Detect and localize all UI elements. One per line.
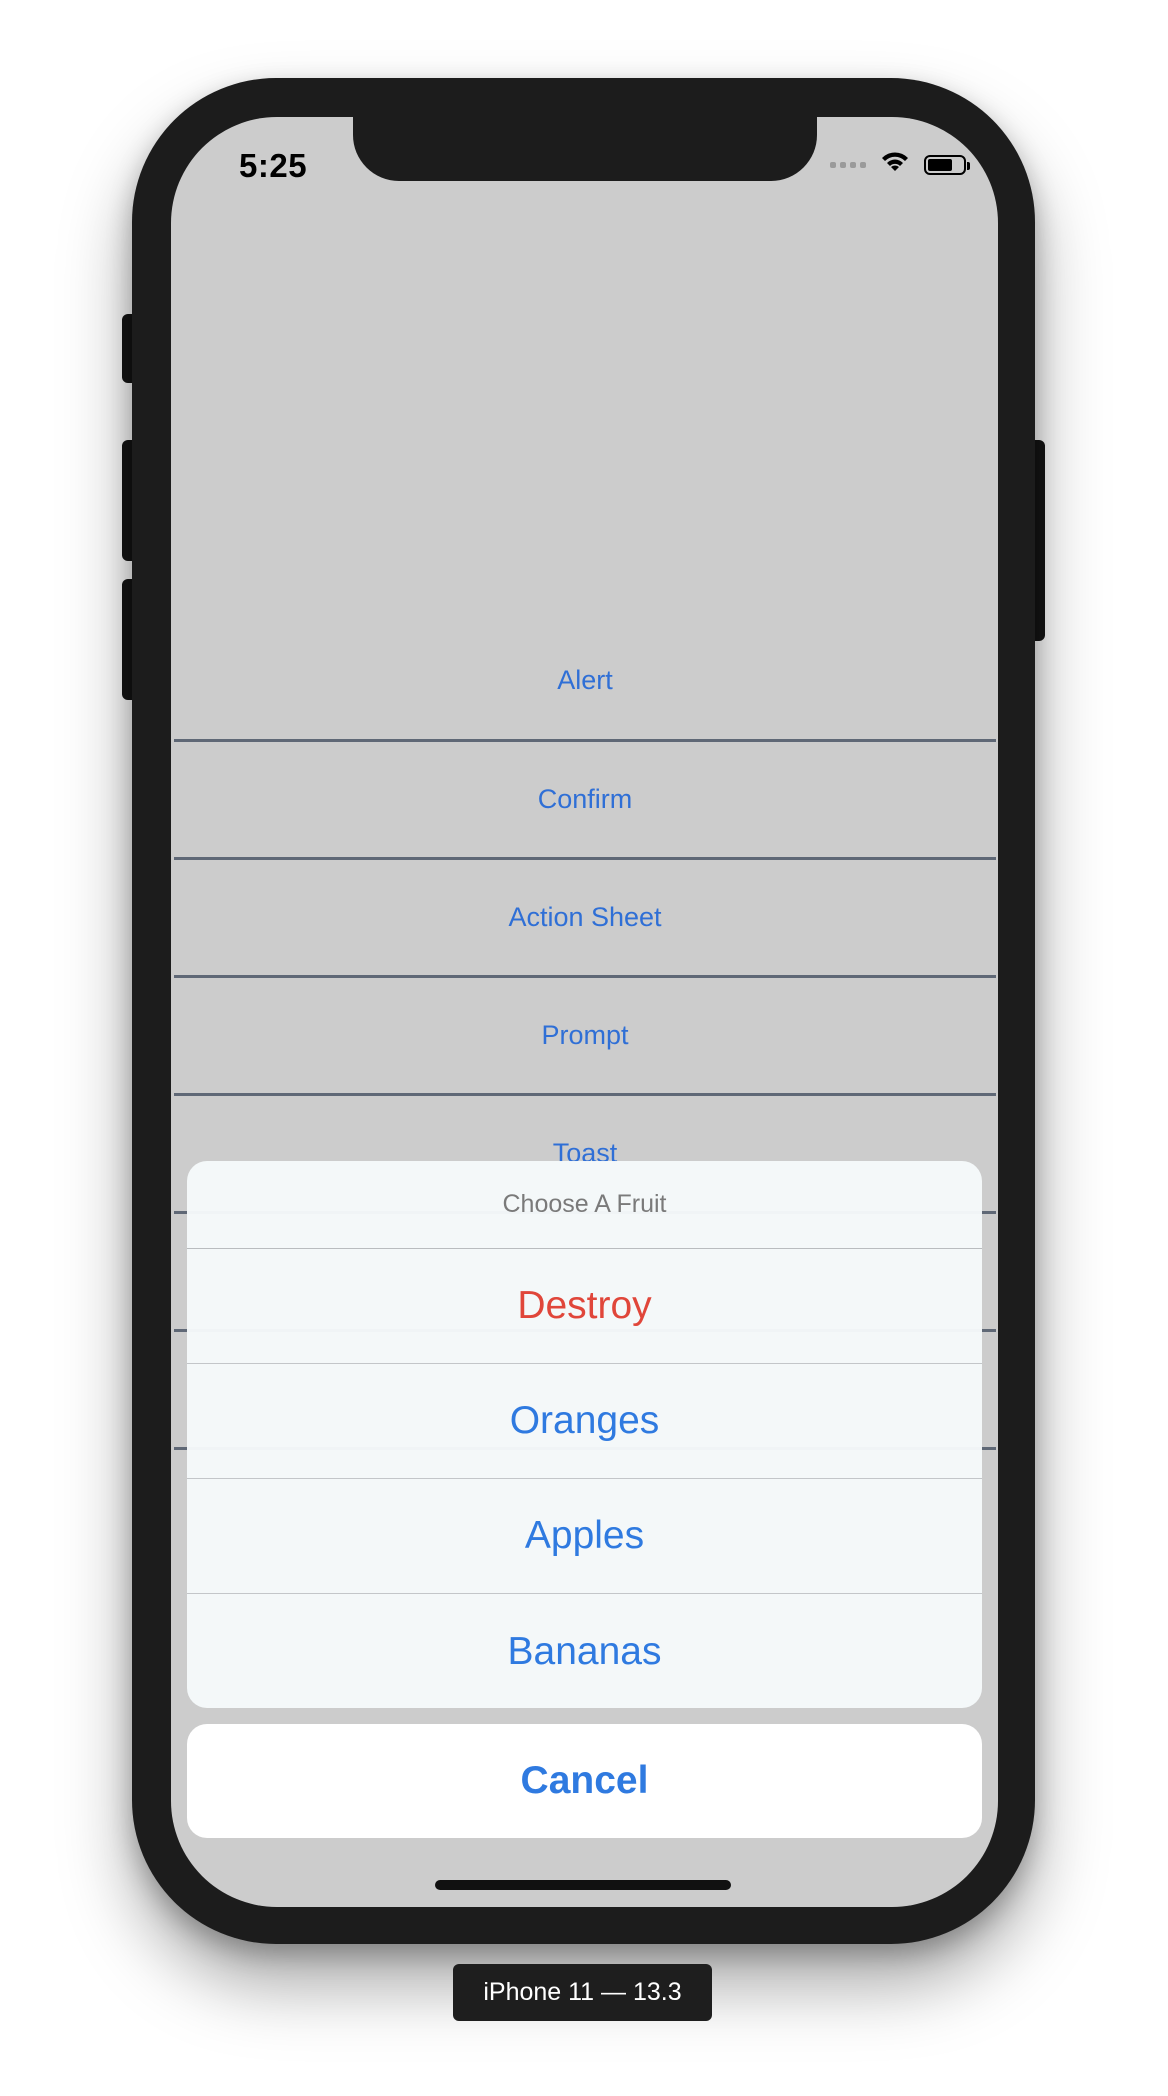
wifi-icon bbox=[880, 151, 910, 178]
bananas-option[interactable]: Bananas bbox=[187, 1594, 982, 1708]
status-time: 5:25 bbox=[239, 147, 308, 184]
device-frame: 5:25 Alert Confirm Action Sheet Prompt T… bbox=[132, 78, 1035, 1944]
menu-item-action-sheet[interactable]: Action Sheet bbox=[174, 860, 996, 978]
cancel-button[interactable]: Cancel bbox=[187, 1724, 982, 1838]
destroy-button[interactable]: Destroy bbox=[187, 1249, 982, 1364]
action-sheet: Choose A Fruit Destroy Oranges Apples Ba… bbox=[187, 1161, 982, 1708]
home-indicator[interactable] bbox=[435, 1880, 731, 1890]
device-label: iPhone 11 — 13.3 bbox=[453, 1964, 712, 2021]
apples-option[interactable]: Apples bbox=[187, 1479, 982, 1594]
notch bbox=[353, 117, 817, 181]
action-sheet-title: Choose A Fruit bbox=[187, 1161, 982, 1249]
status-icons bbox=[830, 151, 970, 178]
battery-icon bbox=[924, 154, 970, 175]
oranges-option[interactable]: Oranges bbox=[187, 1364, 982, 1479]
cellular-signal-icon bbox=[830, 161, 866, 168]
menu-item-alert[interactable]: Alert bbox=[174, 622, 996, 742]
menu-item-confirm[interactable]: Confirm bbox=[174, 742, 996, 860]
menu-item-prompt[interactable]: Prompt bbox=[174, 978, 996, 1096]
device-screen: 5:25 Alert Confirm Action Sheet Prompt T… bbox=[171, 117, 998, 1907]
